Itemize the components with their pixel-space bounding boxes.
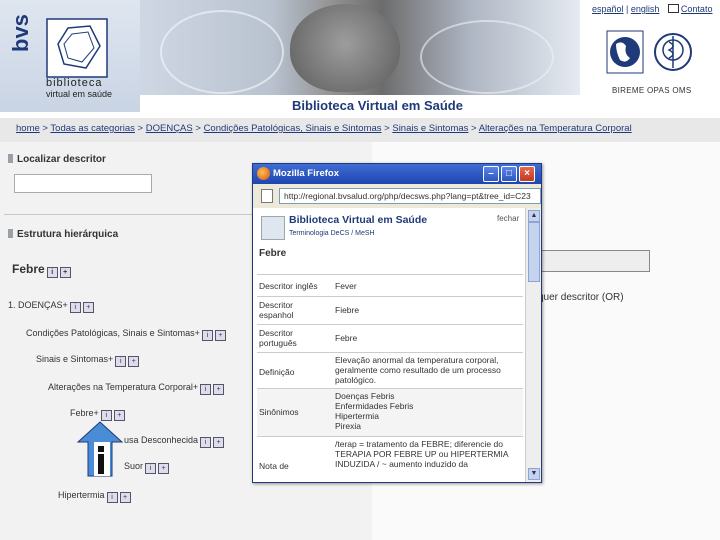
synonyms-row: Sinônimos Doenças Febris Enfermidades Feb… xyxy=(257,388,523,437)
org-label: BIREME OPAS OMS xyxy=(612,86,692,95)
firefox-popup-window[interactable]: Mozilla Firefox – □ × http://regional.bv… xyxy=(252,163,542,483)
add-icon[interactable]: + xyxy=(158,463,170,474)
info-arrow-icon xyxy=(76,421,124,477)
tree-item[interactable]: Suor i + xyxy=(124,461,170,474)
url-field[interactable]: http://regional.bvsalud.org/php/decsws.p… xyxy=(279,188,541,204)
close-link[interactable]: fechar xyxy=(497,214,519,223)
popup-header: Biblioteca Virtual em Saúde Terminologia… xyxy=(261,214,521,244)
locate-descriptor-title: Localizar descritor xyxy=(8,154,106,165)
popup-title: Mozilla Firefox xyxy=(273,168,339,179)
descriptor-row: Descritor inglês Fever xyxy=(257,274,523,297)
add-icon[interactable]: + xyxy=(213,437,225,448)
definition-row: Definição Elevação anormal da temperatura… xyxy=(257,352,523,389)
descriptor-search-input[interactable] xyxy=(14,174,152,193)
tree-item[interactable]: Condições Patológicas, Sinais e Sintomas… xyxy=(26,328,226,341)
header-banner-image xyxy=(140,0,580,95)
add-icon[interactable]: + xyxy=(119,492,131,503)
mail-icon xyxy=(667,4,679,13)
scroll-up-button[interactable]: ▲ xyxy=(528,210,540,222)
breadcrumb-signs[interactable]: Sinais e Sintomas xyxy=(392,123,468,134)
add-icon[interactable]: + xyxy=(128,356,140,367)
or-descriptor-hint: quer descritor (OR) xyxy=(538,292,624,303)
info-icon[interactable]: i xyxy=(145,463,157,474)
breadcrumb-all-categories[interactable]: Todas as categorias xyxy=(50,123,135,134)
scroll-down-button[interactable]: ▼ xyxy=(528,468,540,480)
bvs-logo-icon[interactable] xyxy=(46,18,108,78)
bvs-small-logo-icon xyxy=(261,216,285,240)
address-bar: http://regional.bvsalud.org/php/decsws.p… xyxy=(253,184,541,209)
info-icon[interactable]: i xyxy=(200,384,212,395)
bireme-globe-icon[interactable] xyxy=(606,30,644,74)
lang-espanol-link[interactable]: español xyxy=(592,4,624,14)
popup-titlebar[interactable]: Mozilla Firefox – □ × xyxy=(253,164,541,184)
note-row: Nota de/terap = tratamento da FEBRE; dif… xyxy=(257,436,523,482)
hierarchy-title: Estrutura hierárquica xyxy=(8,229,118,240)
scroll-thumb[interactable] xyxy=(528,222,540,282)
close-button[interactable]: × xyxy=(519,166,535,182)
contact-link[interactable]: Contato xyxy=(681,4,713,14)
info-icon[interactable]: i xyxy=(201,330,213,341)
popup-term: Febre xyxy=(259,248,287,259)
info-icon[interactable]: i xyxy=(106,492,118,503)
tree-item[interactable]: Hipertermia i + xyxy=(58,490,131,503)
descriptor-row: Descritor espanhol Fiebre xyxy=(257,296,523,325)
info-icon[interactable]: i xyxy=(115,356,127,367)
breadcrumb-doencas[interactable]: DOENÇAS xyxy=(146,123,193,134)
maximize-button[interactable]: □ xyxy=(501,166,517,182)
tree-item[interactable]: Sinais e Sintomas+ i + xyxy=(36,354,140,367)
popup-scrollbar[interactable]: ▲ ▼ xyxy=(525,208,541,482)
page-header: bvs biblioteca virtual em saúde Bibliote… xyxy=(0,0,720,118)
current-term: Febre i + xyxy=(12,262,71,278)
breadcrumb-conditions[interactable]: Condições Patológicas, Sinais e Sintomas xyxy=(204,123,382,134)
breadcrumb-home[interactable]: home xyxy=(16,123,40,134)
right-input-field[interactable] xyxy=(538,250,650,272)
add-icon[interactable]: + xyxy=(59,267,71,278)
who-emblem-icon[interactable] xyxy=(652,30,694,74)
logo-text: biblioteca virtual em saúde xyxy=(46,77,113,100)
descriptor-row: Descritor português Febre xyxy=(257,324,523,353)
add-icon[interactable]: + xyxy=(214,330,226,341)
page-icon xyxy=(261,189,273,203)
add-icon[interactable]: + xyxy=(82,302,94,313)
lang-english-link[interactable]: english xyxy=(631,4,660,14)
info-icon[interactable]: i xyxy=(200,437,212,448)
breadcrumb: home > Todas as categorias > DOENÇAS > C… xyxy=(16,123,632,134)
minimize-button[interactable]: – xyxy=(483,166,499,182)
popup-site-title: Biblioteca Virtual em Saúde xyxy=(289,214,428,226)
breadcrumb-temperature[interactable]: Alterações na Temperatura Corporal xyxy=(479,123,632,134)
bvs-vertical-mark: bvs xyxy=(8,14,33,52)
site-title: Biblioteca Virtual em Saúde xyxy=(292,98,463,113)
info-icon[interactable]: i xyxy=(69,302,81,313)
language-links: español | english Contato xyxy=(592,4,713,14)
add-icon[interactable]: + xyxy=(213,384,225,395)
popup-content: Biblioteca Virtual em Saúde Terminologia… xyxy=(253,208,525,482)
tree-item[interactable]: 1. DOENÇAS+ i + xyxy=(8,300,94,313)
info-icon[interactable]: i xyxy=(46,267,58,278)
tree-item[interactable]: usa Desconhecida i + xyxy=(124,435,225,448)
firefox-icon xyxy=(257,167,270,180)
tree-item[interactable]: Alterações na Temperatura Corporal+ i + xyxy=(48,382,225,395)
popup-subtitle: Terminologia DeCS / MeSH xyxy=(289,230,375,237)
